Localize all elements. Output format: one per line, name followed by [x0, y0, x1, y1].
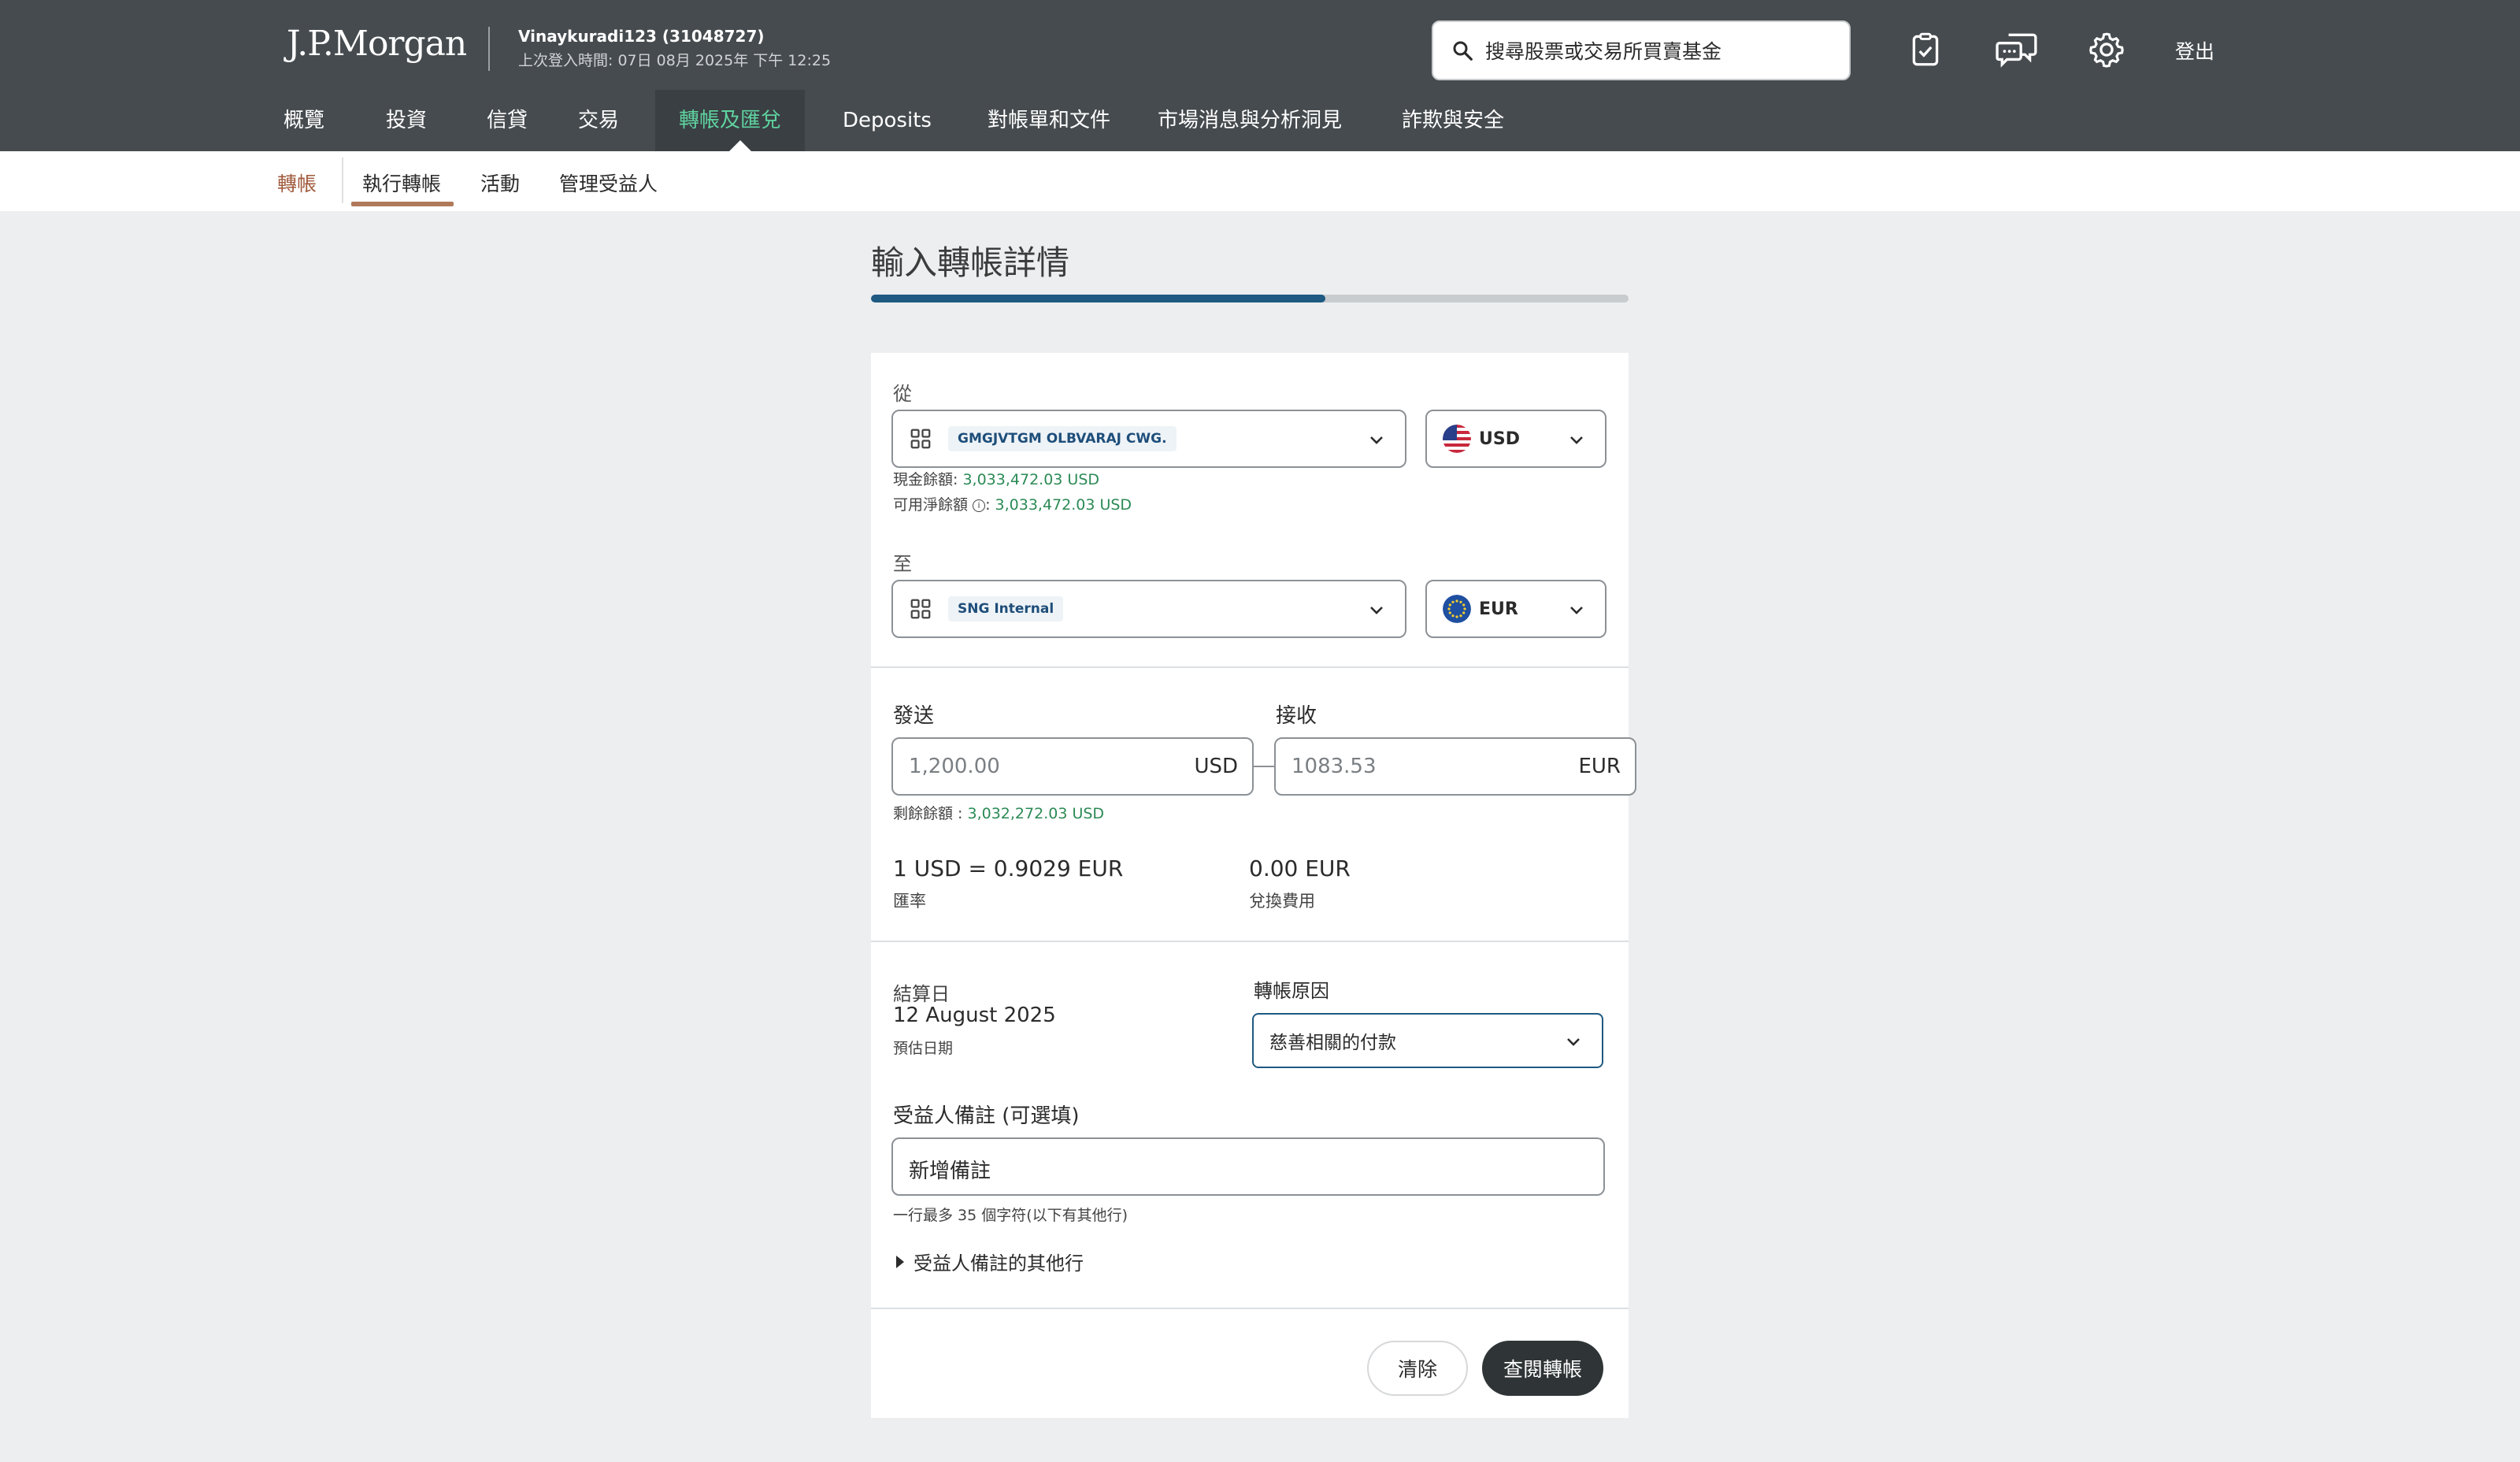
subnav-make-transfer[interactable]: 執行轉帳 [362, 169, 441, 197]
review-transfer-button[interactable]: 查閱轉帳 [1482, 1341, 1603, 1396]
search-icon [1453, 41, 1473, 61]
send-label: 發送 [893, 704, 935, 728]
from-currency-select[interactable]: USD [1425, 410, 1606, 468]
from-account-name: GMGJVTGM OLBVARAJ CWG. [948, 426, 1177, 451]
available-balance-label: 可用淨餘額 [893, 496, 969, 514]
available-balance: 可用淨餘額 i: 3,033,472.03 USD [893, 496, 1132, 514]
us-flag-icon [1443, 425, 1471, 453]
eu-flag-icon [1443, 595, 1471, 623]
remaining-balance-value: 3,032,272.03 USD [967, 805, 1105, 822]
remaining-balance-label: 剩餘餘額 : [893, 805, 963, 822]
chevron-down-icon [1570, 607, 1583, 614]
account-grid-icon [910, 599, 931, 619]
from-currency-code: USD [1479, 429, 1520, 449]
transfer-reason-label: 轉帳原因 [1254, 980, 1329, 1002]
beneficiary-note-expander-label: 受益人備註的其他行 [914, 1252, 1084, 1275]
sub-nav: 轉帳 執行轉帳 活動 管理受益人 [0, 151, 2520, 211]
page-title: 輸入轉帳詳情 [871, 243, 1070, 282]
send-amount-input[interactable]: 1,200.00 USD [891, 737, 1254, 796]
nav-fraud-security[interactable]: 詐欺與安全 [1402, 90, 1504, 151]
section-divider [871, 941, 1629, 942]
nav-deposits[interactable]: Deposits [843, 90, 932, 151]
exchange-rate-label: 匯率 [893, 892, 926, 911]
nav-trade[interactable]: 交易 [578, 90, 619, 151]
amount-connector [1254, 766, 1274, 767]
subnav-activity[interactable]: 活動 [480, 169, 520, 197]
chevron-down-icon [1370, 607, 1383, 614]
beneficiary-note-input[interactable]: 新增備註 [891, 1137, 1605, 1196]
nav-statements[interactable]: 對帳單和文件 [988, 90, 1110, 151]
step-progress-fill [871, 295, 1326, 302]
main-nav: 概覽 投資 信貸 交易 轉帳及匯兌 Deposits 對帳單和文件 市場消息與分… [0, 90, 2520, 151]
gear-icon[interactable] [2087, 30, 2126, 69]
settlement-date-label: 結算日 [893, 983, 950, 1005]
info-icon[interactable]: i [973, 499, 986, 512]
to-label: 至 [893, 553, 912, 575]
step-progress-bar [871, 295, 1629, 302]
to-currency-code: EUR [1479, 599, 1518, 619]
chevron-down-icon [1370, 436, 1383, 444]
receive-amount-value: 1083.53 [1292, 755, 1377, 778]
receive-amount-currency: EUR [1578, 755, 1621, 778]
available-balance-value: 3,033,472.03 USD [995, 496, 1132, 514]
beneficiary-note-hint: 一行最多 35 個字符(以下有其他行) [893, 1207, 1128, 1224]
to-account-select[interactable]: SNG Internal [891, 580, 1406, 638]
settlement-date-value: 12 August 2025 [893, 1004, 1056, 1027]
caret-right-icon [896, 1255, 904, 1268]
section-divider [871, 1308, 1629, 1309]
conversion-fee-label: 兌換費用 [1249, 892, 1315, 911]
beneficiary-note-value: 新增備註 [909, 1160, 991, 1183]
top-header: J.P.Morgan Vinaykuradi123 (31048727) 上次登… [0, 0, 2520, 151]
nav-overview[interactable]: 概覽 [284, 90, 324, 151]
chevron-down-icon [1567, 1038, 1580, 1046]
subnav-transfers[interactable]: 轉帳 [277, 169, 317, 197]
nav-market-insights[interactable]: 市場消息與分析洞見 [1158, 90, 1342, 151]
search-input[interactable]: 搜尋股票或交易所買賣基金 [1432, 20, 1851, 80]
subnav-active-underline [351, 202, 454, 206]
beneficiary-note-expander[interactable]: 受益人備註的其他行 [896, 1248, 1084, 1275]
receive-amount-input[interactable]: 1083.53 EUR [1274, 737, 1636, 796]
from-account-select[interactable]: GMGJVTGM OLBVARAJ CWG. [891, 410, 1406, 468]
conversion-fee-value: 0.00 EUR [1249, 855, 1351, 881]
send-amount-currency: USD [1194, 755, 1238, 778]
transfer-form-card: 從 GMGJVTGM OLBVARAJ CWG. USD 現金餘額: 3,033… [871, 353, 1636, 1418]
logout-link[interactable]: 登出 [2175, 36, 2214, 65]
to-account-name: SNG Internal [948, 596, 1064, 622]
active-nav-caret [729, 140, 751, 151]
clear-button[interactable]: 清除 [1367, 1341, 1468, 1396]
cash-balance-value: 3,033,472.03 USD [962, 471, 1100, 488]
search-placeholder: 搜尋股票或交易所買賣基金 [1485, 40, 1722, 63]
receive-label: 接收 [1276, 704, 1317, 728]
transfer-reason-value: 慈善相關的付款 [1269, 1033, 1396, 1053]
nav-invest[interactable]: 投資 [386, 90, 427, 151]
chevron-down-icon [1570, 436, 1583, 444]
from-label: 從 [893, 383, 912, 405]
header-divider [488, 27, 490, 71]
exchange-rate-value: 1 USD = 0.9029 EUR [893, 855, 1124, 881]
cash-balance: 現金餘額: 3,033,472.03 USD [893, 468, 1099, 489]
subnav-manage-beneficiaries[interactable]: 管理受益人 [559, 169, 658, 197]
user-name: Vinaykuradi123 (31048727) [518, 27, 765, 46]
subnav-divider [342, 158, 343, 203]
clipboard-check-icon[interactable] [1906, 30, 1945, 69]
cash-balance-label: 現金餘額: [893, 471, 958, 488]
beneficiary-note-label: 受益人備註 (可選填) [893, 1104, 1080, 1128]
send-amount-value: 1,200.00 [909, 755, 1000, 778]
last-login-time: 上次登入時間: 07日 08月 2025年 下午 12:25 [518, 52, 832, 69]
section-divider [871, 666, 1629, 668]
jpmorgan-logo[interactable]: J.P.Morgan [287, 24, 467, 64]
to-currency-select[interactable]: EUR [1425, 580, 1606, 638]
nav-credit[interactable]: 信貸 [487, 90, 528, 151]
settlement-date-note: 預估日期 [893, 1040, 954, 1057]
remaining-balance: 剩餘餘額 : 3,032,272.03 USD [893, 802, 1104, 823]
transfer-reason-select[interactable]: 慈善相關的付款 [1252, 1013, 1603, 1068]
chat-icon[interactable] [1996, 30, 2038, 69]
account-grid-icon [910, 429, 931, 449]
